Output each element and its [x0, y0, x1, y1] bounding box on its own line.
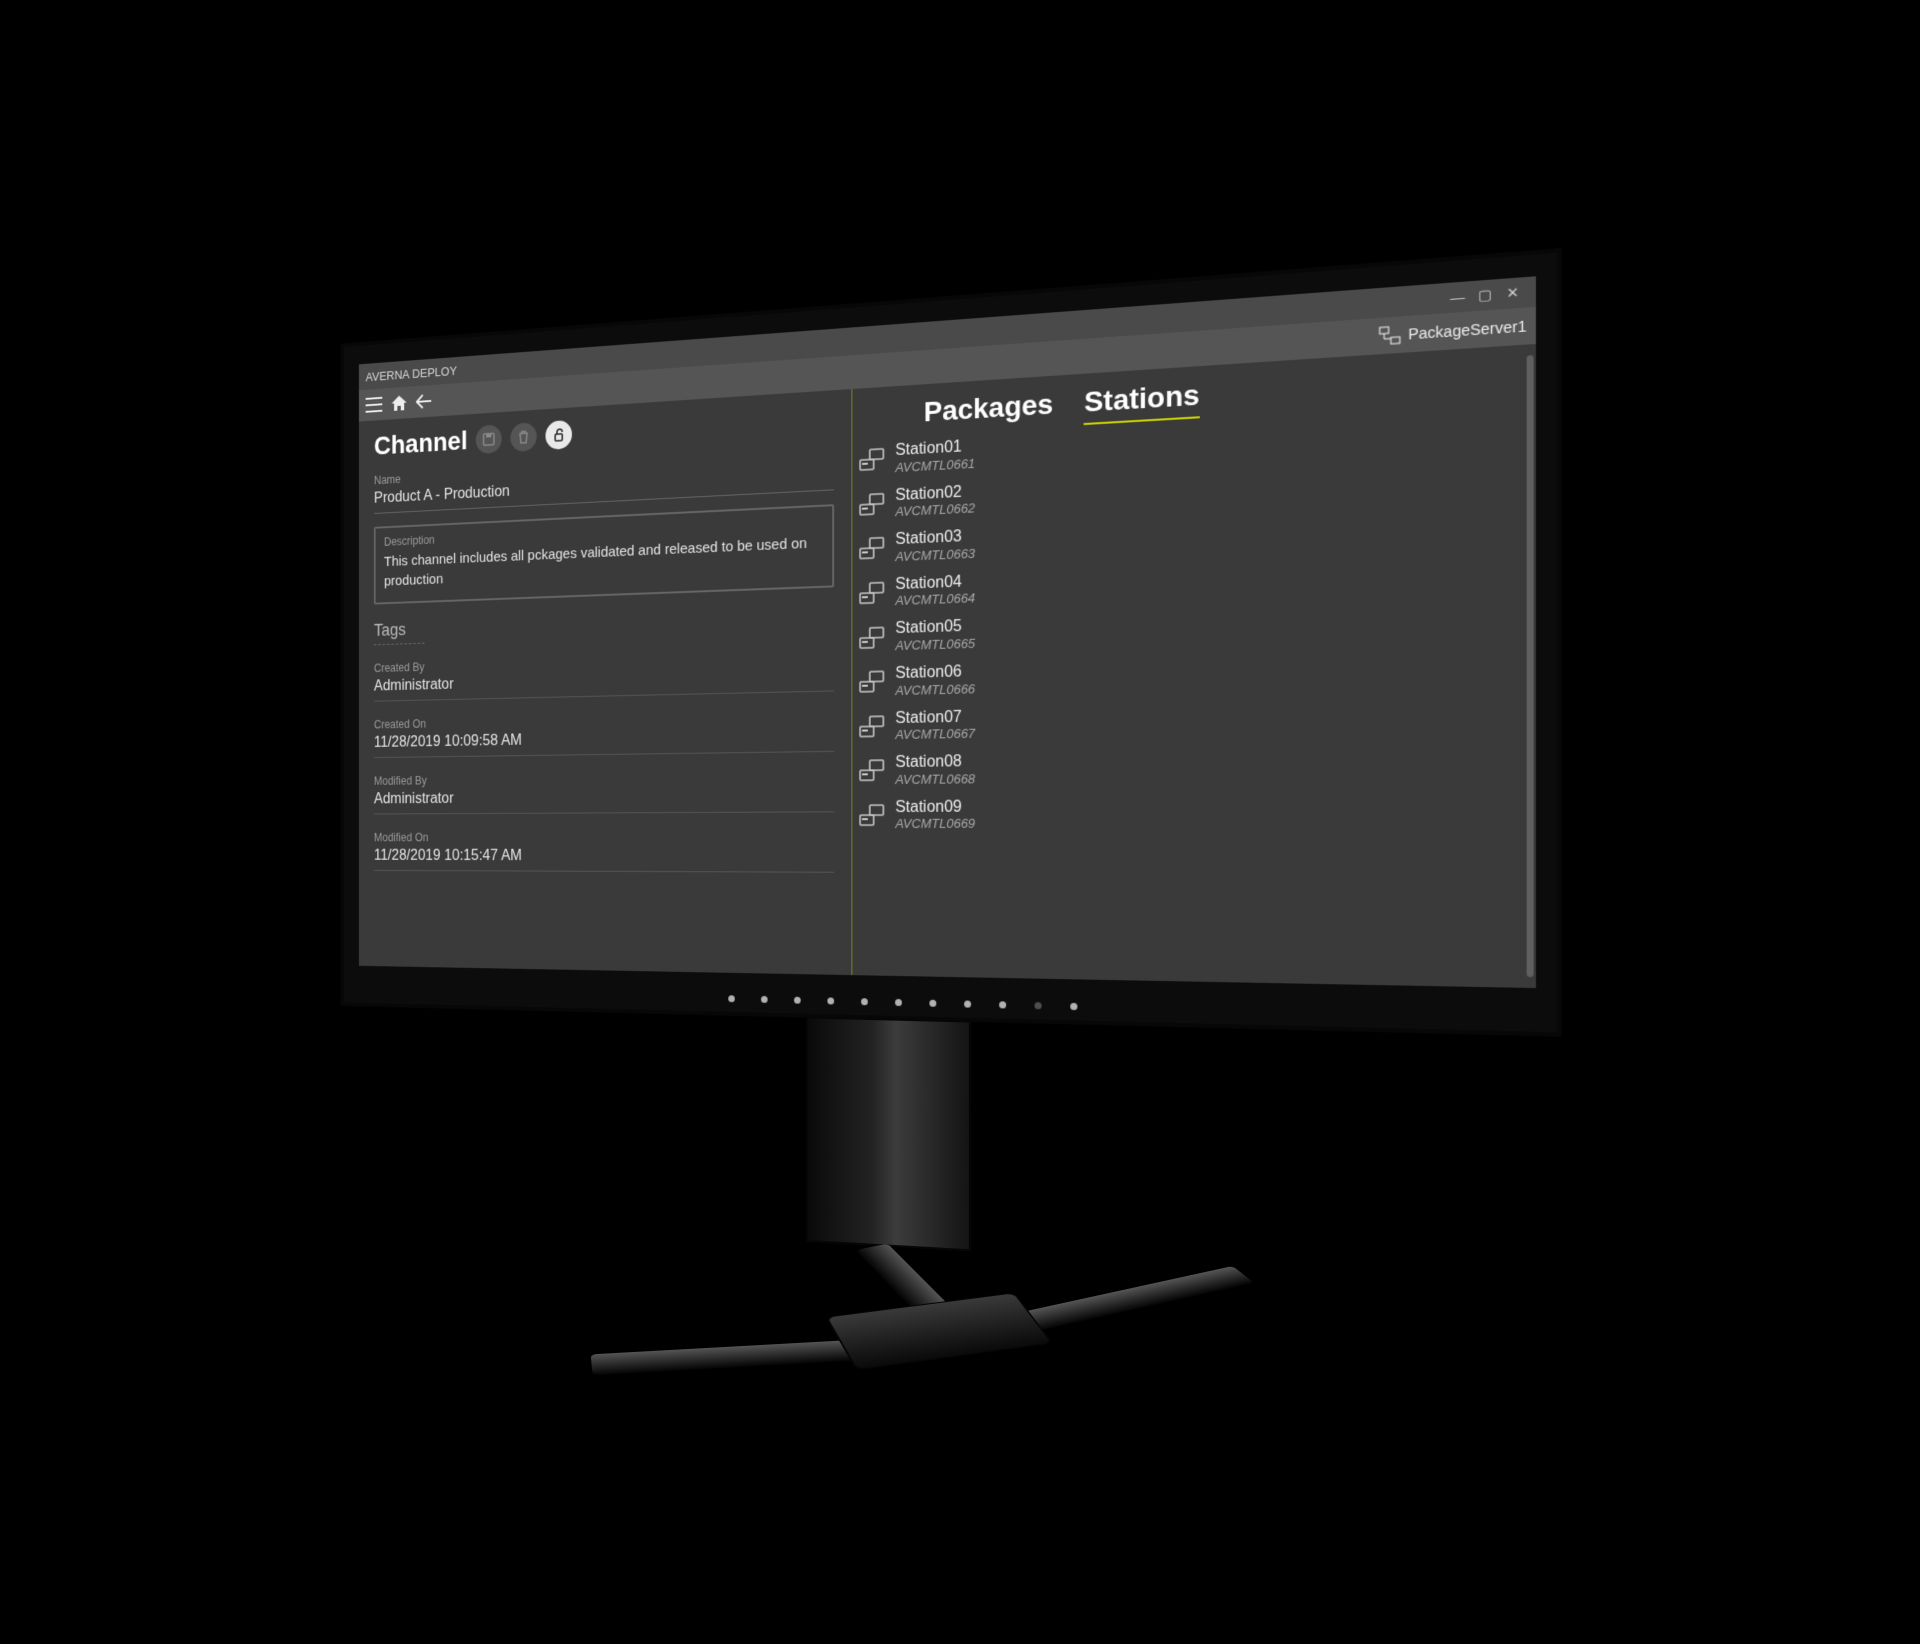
window-maximize-button[interactable]: ▢	[1471, 286, 1499, 305]
server-icon	[1379, 325, 1401, 346]
window-title: AVERNA DEPLOY	[366, 363, 457, 384]
list-item[interactable]: Station08AVCMTL0668	[858, 748, 1059, 795]
description-field[interactable]: Description This channel includes all pc…	[374, 504, 834, 604]
list-item[interactable]: Station09AVCMTL0669	[858, 794, 1059, 840]
disk-icon	[483, 432, 495, 446]
station-name: Station06	[895, 663, 975, 683]
monitor-stand-neck	[806, 1016, 970, 1251]
lock-open-icon	[553, 428, 565, 442]
trash-icon	[518, 430, 530, 444]
server-indicator[interactable]: PackageServer1	[1379, 316, 1527, 346]
packages-heading[interactable]: Packages	[924, 388, 1054, 428]
stations-heading[interactable]: Stations	[1084, 379, 1200, 425]
monitor-stand-base	[567, 1246, 1309, 1428]
list-item[interactable]: Station03AVCMTL0663	[858, 520, 1059, 574]
station-name: Station08	[895, 753, 975, 772]
monitor-status-leds	[344, 987, 1557, 1022]
station-icon	[858, 671, 885, 694]
channel-panel: Channel Name Product	[359, 389, 852, 975]
menu-icon[interactable]	[366, 397, 383, 413]
station-icon	[858, 804, 885, 826]
window-close-button[interactable]: ✕	[1499, 284, 1527, 303]
channel-action-1-button[interactable]	[476, 424, 502, 454]
station-host: AVCMTL0666	[895, 681, 975, 698]
tags-heading[interactable]: Tags	[374, 619, 425, 645]
modified-by-value: Administrator	[374, 784, 834, 815]
station-icon	[858, 537, 885, 560]
station-icon	[858, 493, 885, 516]
station-host: AVCMTL0667	[895, 726, 975, 742]
home-icon[interactable]	[391, 394, 408, 412]
window-minimize-button[interactable]: —	[1444, 288, 1471, 306]
station-icon	[858, 715, 885, 737]
station-host: AVCMTL0664	[895, 591, 975, 609]
station-name: Station07	[895, 708, 975, 727]
list-item[interactable]: Station05AVCMTL0665	[858, 611, 1059, 662]
stations-panel: Stations	[1066, 344, 1536, 988]
monitor-bezel: AVERNA DEPLOY — ▢ ✕	[341, 248, 1562, 1037]
station-host: AVCMTL0665	[895, 636, 975, 653]
packages-list: Station01AVCMTL0661Station02AVCMTL0662St…	[858, 429, 1059, 840]
station-name: Station09	[895, 798, 975, 816]
packages-panel: Packages Station01AVCMTL0661Station02AVC…	[852, 375, 1066, 979]
modified-on-label: Modified On	[374, 830, 834, 844]
station-icon	[858, 626, 885, 649]
list-item[interactable]: Station07AVCMTL0667	[858, 702, 1059, 750]
station-icon	[858, 448, 885, 471]
station-host: AVCMTL0663	[895, 546, 975, 564]
station-icon	[858, 760, 885, 782]
list-item[interactable]: Station06AVCMTL0666	[858, 657, 1059, 707]
station-icon	[858, 582, 885, 605]
channel-heading: Channel	[374, 426, 468, 462]
back-icon[interactable]	[416, 393, 431, 409]
channel-lock-button[interactable]	[546, 420, 573, 450]
station-host: AVCMTL0662	[895, 500, 975, 519]
modified-on-value: 11/28/2019 10:15:47 AM	[374, 844, 834, 873]
station-host: AVCMTL0668	[895, 771, 975, 787]
station-host: AVCMTL0669	[895, 816, 975, 831]
app-window: AVERNA DEPLOY — ▢ ✕	[359, 276, 1536, 988]
channel-action-2-button[interactable]	[511, 422, 537, 452]
server-name: PackageServer1	[1408, 317, 1526, 342]
list-item[interactable]: Station04AVCMTL0664	[858, 565, 1059, 617]
